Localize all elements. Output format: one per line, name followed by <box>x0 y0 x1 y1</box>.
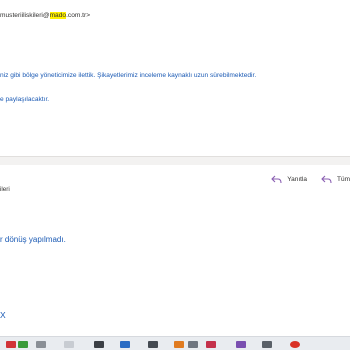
recipient-line: ileri <box>0 186 10 193</box>
generic-app-icon[interactable] <box>36 341 46 348</box>
reply-icon <box>271 175 282 184</box>
blue-app-icon[interactable] <box>120 341 130 348</box>
orange-app-icon[interactable] <box>174 341 184 348</box>
reply-all-label: Tüm <box>337 176 350 183</box>
reply-label: Yanıtla <box>287 176 307 183</box>
sender-address: musteriiliskileri@mado.com.tr> <box>0 12 90 19</box>
browser-icon[interactable] <box>290 341 300 348</box>
purple-app-icon[interactable] <box>236 341 246 348</box>
trailing-mark: X <box>0 310 6 320</box>
message-body-line: r dönüş yapılmadı. <box>0 235 66 244</box>
sender-address-highlight: mado <box>49 12 67 19</box>
email-message-pane-top: musteriiliskileri@mado.com.tr> niz gibi … <box>0 0 350 156</box>
message-body-line-1: niz gibi bölge yöneticimize ilettik. Şik… <box>0 72 257 79</box>
sender-address-prefix: musteriiliskileri@ <box>0 12 50 19</box>
message-body-line-2: e paylaşılacaktır. <box>0 96 50 103</box>
generic-app-icon[interactable] <box>262 341 272 348</box>
reply-all-icon <box>321 175 332 184</box>
reply-all-button[interactable]: Tüm <box>321 175 350 184</box>
dark-app-icon[interactable] <box>94 341 104 348</box>
taskbar <box>0 336 350 350</box>
generic-app-icon[interactable] <box>188 341 198 348</box>
reply-button[interactable]: Yanıtla <box>271 175 307 184</box>
red-app-icon[interactable] <box>206 341 216 348</box>
red-app-icon[interactable] <box>6 341 16 348</box>
email-message-pane-bottom: Yanıtla Tüm ileri r dönüş yapılmadı. X <box>0 165 350 337</box>
document-icon[interactable] <box>64 341 74 348</box>
sender-address-suffix: .com.tr> <box>66 12 91 19</box>
green-app-icon[interactable] <box>18 341 28 348</box>
dark-app-icon[interactable] <box>148 341 158 348</box>
message-actions: Yanıtla Tüm <box>271 175 350 184</box>
